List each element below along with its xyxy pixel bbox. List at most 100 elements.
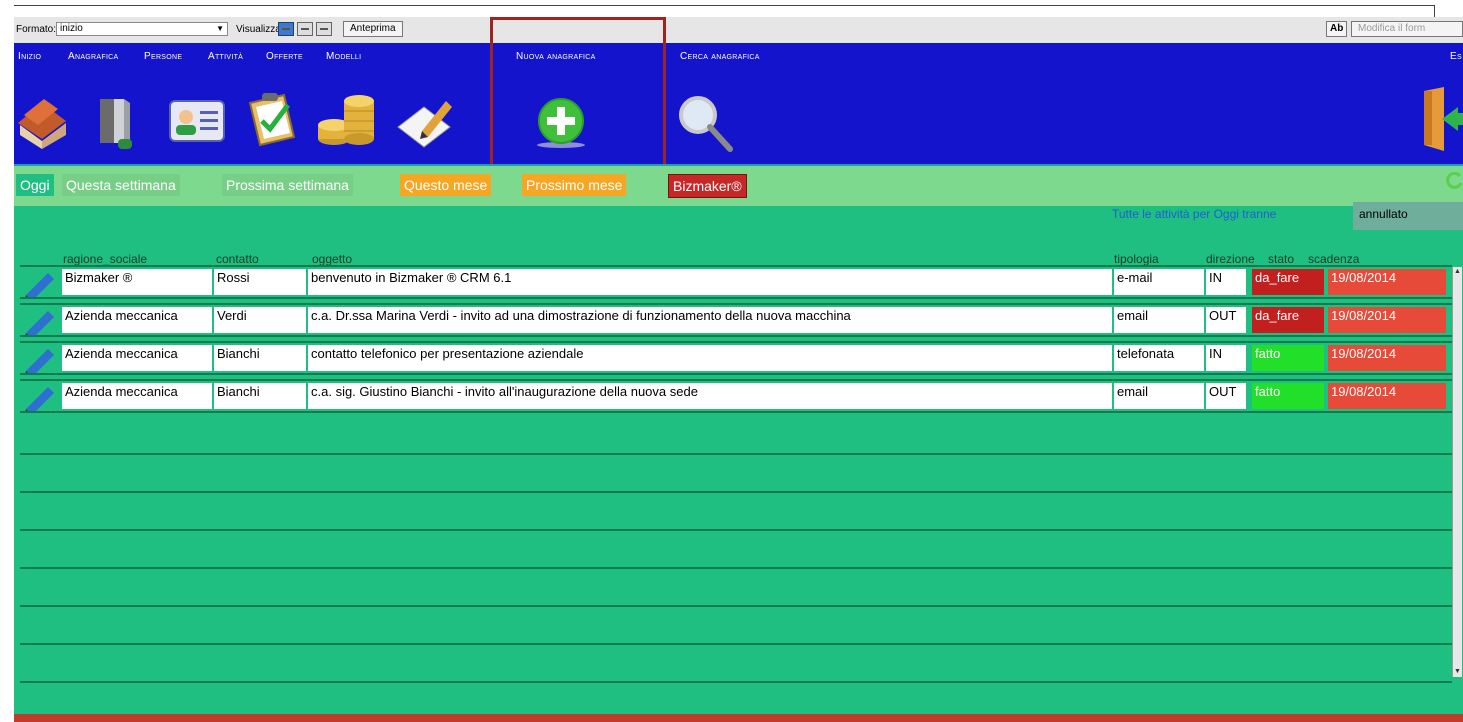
menu-offerte-label[interactable]: Offerte bbox=[266, 51, 303, 62]
view-table-icon bbox=[320, 28, 328, 30]
period-tabs-bar: Oggi Questa settimana Prossima settimana… bbox=[14, 164, 1463, 206]
tab-questo-mese-label: Questo mese bbox=[404, 177, 488, 193]
table-row[interactable]: Azienda meccanica Bianchi c.a. sig. Gius… bbox=[20, 379, 1452, 413]
tab-oggi-active[interactable]: Oggi bbox=[16, 174, 54, 196]
scroll-down-arrow-icon[interactable]: ▼ bbox=[1453, 667, 1462, 677]
col-header-scadenza[interactable]: scadenza bbox=[1308, 252, 1359, 266]
view-list-icon bbox=[301, 28, 309, 30]
activity-grid: Bizmaker ® Rossi benvenuto in Bizmaker ®… bbox=[20, 265, 1452, 683]
status-bar bbox=[14, 714, 1463, 722]
coins-icon[interactable] bbox=[314, 87, 380, 151]
modifica-form-button[interactable]: Modifica il form bbox=[1351, 21, 1463, 37]
cell-scadenza[interactable]: 19/08/2014 bbox=[1328, 345, 1446, 371]
cell-contatto[interactable]: Bianchi bbox=[214, 383, 306, 409]
view-mode-list-button[interactable] bbox=[297, 22, 313, 36]
empty-row bbox=[20, 455, 1452, 493]
cell-oggetto[interactable]: c.a. Dr.ssa Marina Verdi - invito ad una… bbox=[308, 307, 1112, 333]
cell-direzione[interactable]: OUT bbox=[1206, 307, 1246, 333]
tab-bizmaker-label: Bizmaker® bbox=[673, 178, 742, 194]
cell-contatto[interactable]: Rossi bbox=[214, 269, 306, 295]
cell-oggetto[interactable]: c.a. sig. Giustino Bianchi - invito all'… bbox=[308, 383, 1112, 409]
empty-row bbox=[20, 531, 1452, 569]
cell-ragione-sociale[interactable]: Bizmaker ® bbox=[62, 269, 212, 295]
edit-pencil-icon[interactable] bbox=[22, 309, 58, 335]
window-top-border bbox=[14, 5, 1434, 6]
table-row[interactable]: Azienda meccanica Bianchi contatto telef… bbox=[20, 341, 1452, 375]
col-header-tipologia[interactable]: tipologia bbox=[1114, 252, 1159, 266]
col-header-direzione[interactable]: direzione bbox=[1206, 252, 1255, 266]
grid-scrollbar[interactable]: ▲ ▼ bbox=[1452, 267, 1462, 677]
nuova-anagrafica-highlight bbox=[490, 17, 666, 167]
menu-modelli-label[interactable]: Modelli bbox=[326, 51, 361, 62]
cell-scadenza[interactable]: 19/08/2014 bbox=[1328, 383, 1446, 409]
cell-contatto[interactable]: Verdi bbox=[214, 307, 306, 333]
cell-stato[interactable]: fatto bbox=[1252, 383, 1324, 409]
menu-inizio-label[interactable]: Inizio bbox=[18, 51, 41, 62]
tab-prossima-settimana[interactable]: Prossima settimana bbox=[222, 174, 353, 196]
chevron-down-icon: ▼ bbox=[216, 24, 224, 33]
empty-row bbox=[20, 607, 1452, 645]
contact-card-icon[interactable] bbox=[166, 97, 228, 149]
cell-ragione-sociale[interactable]: Azienda meccanica bbox=[62, 307, 212, 333]
table-row[interactable]: Azienda meccanica Verdi c.a. Dr.ssa Mari… bbox=[20, 303, 1452, 337]
edit-pencil-icon[interactable] bbox=[22, 347, 58, 373]
cell-tipologia[interactable]: telefonata bbox=[1114, 345, 1204, 371]
cell-stato[interactable]: da_fare bbox=[1252, 307, 1324, 333]
empty-row bbox=[20, 417, 1452, 455]
cell-tipologia[interactable]: e-mail bbox=[1114, 269, 1204, 295]
edit-pencil-icon[interactable] bbox=[22, 271, 58, 297]
cell-direzione[interactable]: IN bbox=[1206, 269, 1246, 295]
menu-persone-label[interactable]: Persone bbox=[144, 51, 182, 62]
edit-pencil-icon[interactable] bbox=[22, 385, 58, 411]
cell-direzione[interactable]: OUT bbox=[1206, 383, 1246, 409]
empty-row bbox=[20, 493, 1452, 531]
view-mode-single-button[interactable] bbox=[278, 22, 294, 36]
filter-description: Tutte le attività per Oggi tranne bbox=[1112, 207, 1277, 221]
tab-bizmaker[interactable]: Bizmaker® bbox=[668, 174, 747, 198]
cell-ragione-sociale[interactable]: Azienda meccanica bbox=[62, 383, 212, 409]
visualizza-label: Visualizza: bbox=[236, 24, 284, 35]
tab-questa-settimana[interactable]: Questa settimana bbox=[62, 174, 180, 196]
app-window: Formato: inizio ▼ Visualizza: Anteprima … bbox=[14, 17, 1463, 722]
view-toolbar: Formato: inizio ▼ Visualizza: Anteprima … bbox=[14, 17, 1463, 43]
pen-document-icon[interactable] bbox=[394, 97, 456, 149]
clipboard-check-icon[interactable] bbox=[240, 89, 302, 149]
address-book-icon[interactable] bbox=[96, 95, 136, 151]
tab-prossimo-mese[interactable]: Prossimo mese bbox=[522, 174, 627, 196]
menu-esci-label[interactable]: Es bbox=[1450, 51, 1462, 62]
scroll-up-arrow-icon[interactable]: ▲ bbox=[1453, 267, 1462, 277]
filter-exclusion-select[interactable]: annullato bbox=[1353, 202, 1463, 230]
cell-direzione[interactable]: IN bbox=[1206, 345, 1246, 371]
menu-attivita-label[interactable]: Attività bbox=[208, 51, 243, 62]
refresh-icon[interactable] bbox=[1446, 172, 1463, 189]
formato-value: inizio bbox=[60, 23, 83, 34]
view-mode-table-button[interactable] bbox=[316, 22, 332, 36]
tab-prossimo-mese-label: Prossimo mese bbox=[526, 177, 623, 193]
cell-stato[interactable]: fatto bbox=[1252, 345, 1324, 371]
magnifier-search-icon[interactable] bbox=[674, 93, 738, 153]
cell-tipologia[interactable]: email bbox=[1114, 307, 1204, 333]
view-single-icon bbox=[282, 28, 290, 30]
cell-oggetto[interactable]: benvenuto in Bizmaker ® CRM 6.1 bbox=[308, 269, 1112, 295]
menu-cerca-anagrafica-label[interactable]: Cerca anagrafica bbox=[680, 51, 760, 62]
cell-scadenza[interactable]: 19/08/2014 bbox=[1328, 269, 1446, 295]
table-row[interactable]: Bizmaker ® Rossi benvenuto in Bizmaker ®… bbox=[20, 265, 1452, 299]
formato-select[interactable]: inizio ▼ bbox=[56, 22, 228, 36]
house-icon[interactable] bbox=[14, 93, 74, 149]
col-header-oggetto[interactable]: oggetto bbox=[312, 252, 352, 266]
exit-door-icon[interactable] bbox=[1418, 83, 1463, 155]
cell-contatto[interactable]: Bianchi bbox=[214, 345, 306, 371]
empty-row bbox=[20, 569, 1452, 607]
menu-anagrafica-label[interactable]: Anagrafica bbox=[68, 51, 119, 62]
col-header-stato[interactable]: stato bbox=[1268, 252, 1294, 266]
tab-questo-mese[interactable]: Questo mese bbox=[400, 174, 492, 196]
cell-stato[interactable]: da_fare bbox=[1252, 269, 1324, 295]
cell-ragione-sociale[interactable]: Azienda meccanica bbox=[62, 345, 212, 371]
cell-oggetto[interactable]: contatto telefonico per presentazione az… bbox=[308, 345, 1112, 371]
col-header-contatto[interactable]: contatto bbox=[216, 252, 259, 266]
col-header-ragione-sociale[interactable]: ragione_sociale bbox=[63, 252, 147, 266]
anteprima-button[interactable]: Anteprima bbox=[343, 21, 403, 37]
cell-tipologia[interactable]: email bbox=[1114, 383, 1204, 409]
cell-scadenza[interactable]: 19/08/2014 bbox=[1328, 307, 1446, 333]
ab-button[interactable]: Ab bbox=[1326, 21, 1348, 37]
